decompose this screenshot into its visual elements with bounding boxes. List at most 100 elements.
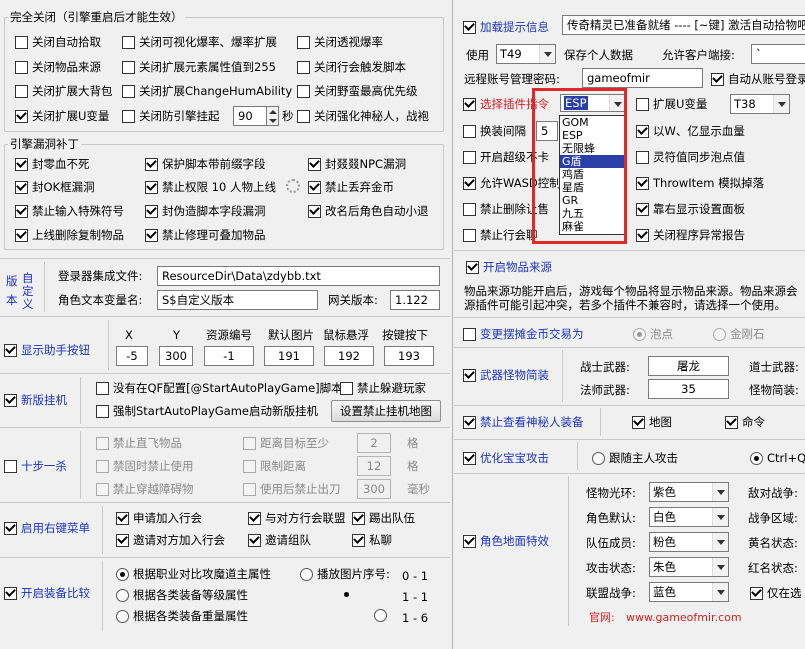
check-no-avoid-player[interactable]: 禁止躲避玩家 (340, 381, 426, 395)
radio[interactable] (713, 327, 726, 341)
chevron-down-icon[interactable] (539, 45, 555, 63)
check-item-source[interactable]: 开启物品来源 (466, 260, 552, 274)
check-only-selected[interactable]: 仅在选 (750, 586, 802, 600)
checkbox[interactable] (145, 204, 158, 218)
check-patch-zero-hp[interactable]: 封零血不死 (15, 157, 90, 171)
chevron-down-icon[interactable] (712, 583, 728, 601)
checkbox[interactable] (297, 84, 310, 98)
chevron-down-icon[interactable] (712, 508, 728, 526)
client-port-input[interactable]: ` (751, 44, 805, 64)
effect-monster-select[interactable]: 紫色 (649, 482, 729, 502)
effect-alliance-select[interactable]: 蓝色 (649, 582, 729, 602)
min-distance-input[interactable]: 2 (357, 433, 391, 453)
effect-attack-select[interactable]: 朱色 (649, 557, 729, 577)
checkbox[interactable] (636, 202, 649, 216)
check-disable-mystery[interactable]: 关闭强化神秘人，战袍 (297, 109, 429, 123)
check-patch-dup-items[interactable]: 上线删除复制物品 (15, 228, 124, 242)
checkbox[interactable] (463, 20, 476, 34)
checkbox[interactable] (725, 415, 738, 429)
checkbox[interactable] (4, 459, 17, 473)
checkbox[interactable] (4, 521, 17, 535)
checkbox[interactable] (463, 97, 476, 111)
check-patch-fake-script[interactable]: 封伪造脚本字段漏洞 (145, 204, 266, 218)
check-invite-team[interactable]: 邀请组队 (248, 533, 311, 547)
use-select[interactable]: T49 (496, 44, 556, 64)
check-patch-npc[interactable]: 封叕叕NPC漏洞 (308, 157, 406, 171)
check-auto-login[interactable]: 自动从账号登录 (711, 72, 805, 86)
checkbox[interactable] (636, 97, 649, 111)
check-weapon-simple[interactable]: 武器怪物简装 (463, 368, 549, 382)
gate-version-input[interactable]: 1.122 (390, 290, 440, 310)
checkbox[interactable] (297, 35, 310, 49)
radio-ctrl-q[interactable]: Ctrl+Q键 (750, 451, 805, 465)
checkbox[interactable] (15, 60, 28, 74)
radio[interactable] (750, 451, 763, 465)
checkbox[interactable] (243, 436, 256, 450)
checkbox[interactable] (632, 415, 645, 429)
warrior-weapon-input[interactable]: 屠龙 (648, 356, 729, 376)
checkbox[interactable] (116, 511, 129, 525)
check-helper-button[interactable]: 显示助手按钮 (4, 343, 90, 357)
limit-distance-input[interactable]: 12 (357, 456, 391, 476)
radio[interactable] (633, 327, 646, 341)
check-kick-team[interactable]: 踢出队伍 (352, 511, 415, 525)
check-disable-big-bag[interactable]: 关闭扩展大背包 (15, 84, 113, 98)
checkbox[interactable] (463, 124, 476, 138)
radio[interactable] (340, 588, 353, 601)
radio[interactable] (300, 567, 313, 581)
checkbox[interactable] (248, 533, 261, 547)
load-tip-input[interactable]: 传奇精灵已准备就绪 ---- [~键] 激活自动拾物吧 (562, 15, 805, 35)
checkbox[interactable] (636, 176, 649, 190)
radio-compare-job[interactable]: 根据职业对比攻魔道主属性 (116, 567, 271, 581)
check-patch-ok-box[interactable]: 封OK框漏洞 (15, 180, 95, 194)
checkbox[interactable] (4, 393, 17, 407)
checkbox[interactable] (463, 415, 476, 429)
checkbox[interactable] (122, 109, 135, 123)
effect-role-select[interactable]: 白色 (649, 507, 729, 527)
check-guild-alliance[interactable]: 与对方行会联盟 (248, 511, 346, 525)
chevron-down-icon[interactable] (773, 95, 789, 113)
radio-follow-master[interactable]: 跟随主人攻击 (592, 451, 678, 465)
checkbox[interactable] (297, 60, 310, 74)
helper-y-input[interactable]: 300 (159, 346, 193, 366)
checkbox[interactable] (308, 204, 321, 218)
checkbox[interactable] (463, 150, 476, 164)
check-patch-rename-logout[interactable]: 改名后角色自动小退 (308, 204, 429, 218)
check-min-distance[interactable]: 距离目标至少 (243, 436, 329, 450)
check-hp-wan[interactable]: 以W、亿显示血量 (636, 124, 745, 138)
radio[interactable] (116, 609, 129, 623)
checkbox[interactable] (750, 586, 763, 600)
checkbox[interactable] (463, 176, 476, 190)
check-invite-guild[interactable]: 邀请对方加入行会 (116, 533, 225, 547)
checkbox[interactable] (96, 404, 109, 418)
helper-hover-input[interactable]: 192 (324, 346, 374, 366)
helper-x-input[interactable]: -5 (116, 346, 148, 366)
checkbox[interactable] (636, 150, 649, 164)
radio-compare-level[interactable]: 根据各类装备等级属性 (116, 588, 248, 602)
checkbox[interactable] (463, 202, 476, 216)
check-mystery-cmd[interactable]: 命令 (725, 415, 765, 429)
checkbox[interactable] (463, 228, 476, 242)
check-disable-changehum[interactable]: 关闭扩展ChangeHumAbility (122, 84, 292, 98)
check-patch-repair-stack[interactable]: 禁止修理可叠加物品 (145, 228, 266, 242)
check-no-fly-item[interactable]: 禁止直飞物品 (96, 436, 182, 450)
check-ten-step[interactable]: 十步一杀 (4, 459, 67, 473)
spin-down-icon[interactable] (269, 119, 277, 123)
chevron-down-icon[interactable] (712, 558, 728, 576)
effect-team-select[interactable]: 粉色 (649, 532, 729, 552)
mage-weapon-input[interactable]: 35 (648, 379, 729, 399)
radio[interactable] (592, 451, 605, 465)
check-disable-anti-hang[interactable]: 关闭防引擎挂起 (122, 109, 220, 123)
check-disable-ext-attr[interactable]: 关闭扩展元素属性值到255 (122, 60, 276, 74)
radio-play-1-1[interactable] (340, 588, 357, 601)
check-talisman-sync[interactable]: 灵符值同步泡点值 (636, 150, 745, 164)
check-disable-barbarian[interactable]: 关闭野蛮最高优先级 (297, 84, 418, 98)
check-disable-guild-script[interactable]: 关闭行会触发脚本 (297, 60, 406, 74)
checkbox[interactable] (248, 511, 261, 525)
check-patch-perm10[interactable]: 禁止权限 10 人物上线 (145, 180, 276, 194)
check-mystery-map[interactable]: 地图 (632, 415, 672, 429)
checkbox[interactable] (145, 180, 158, 194)
checkbox[interactable] (96, 436, 109, 450)
check-load-tip[interactable]: 加载提示信息 (463, 20, 549, 34)
checkbox[interactable] (96, 459, 109, 473)
